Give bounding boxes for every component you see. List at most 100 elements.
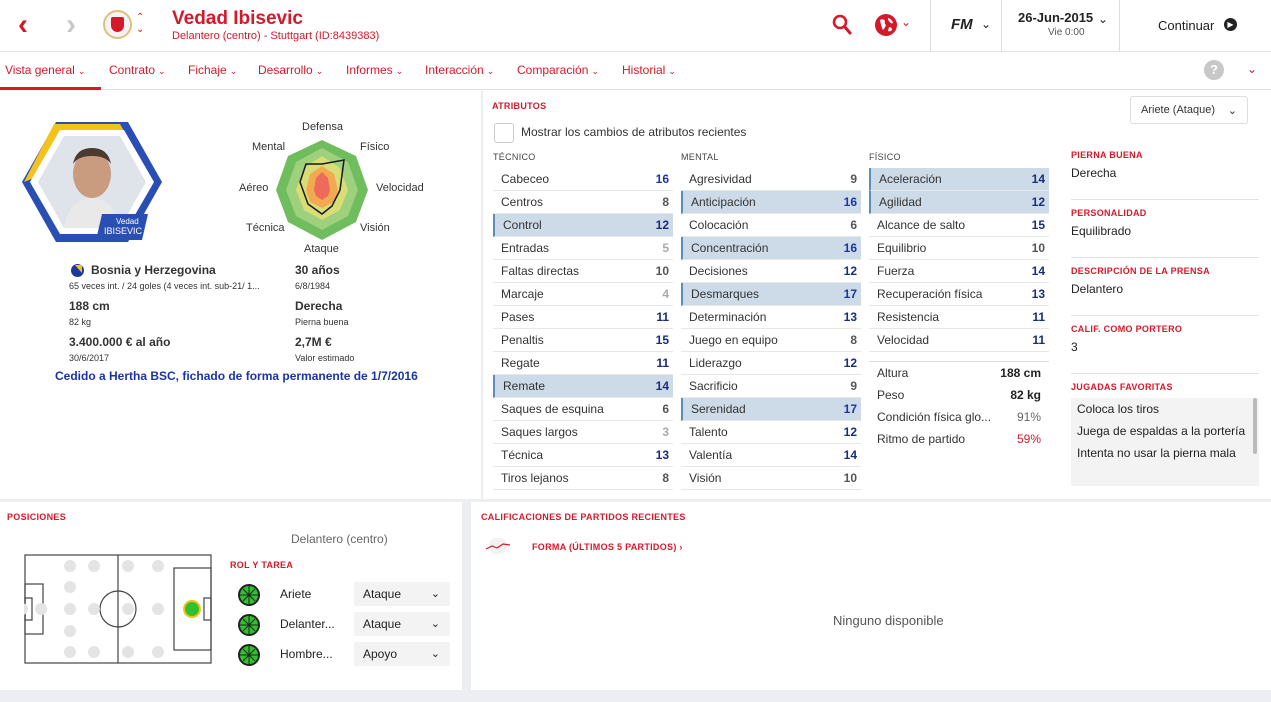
positions-panel: POSICIONES Delantero (centro) ROL Y TARE… [0, 502, 462, 690]
attribute-row[interactable]: Saques largos 3 [493, 421, 673, 444]
chevron-down-icon: ⌄ [591, 66, 599, 76]
attribute-row[interactable]: Peso 82 kg [869, 385, 1049, 407]
attribute-name: Técnica [501, 448, 544, 462]
tab-contrato[interactable]: Contrato ⌄ [109, 63, 166, 77]
tab-interaccion[interactable]: Interacción ⌄ [425, 63, 494, 77]
attribute-row[interactable]: Alcance de salto 15 [869, 214, 1049, 237]
favourite-moves-list[interactable]: Coloca los tiros Juega de espaldas a la … [1071, 398, 1259, 486]
attribute-row[interactable]: Determinación 13 [681, 306, 861, 329]
attribute-row[interactable]: Juego en equipo 8 [681, 329, 861, 352]
date-box[interactable]: 26-Jun-2015 ⌄ Vie 0:00 [1002, 0, 1120, 52]
duty-select[interactable]: Apoyo ⌄ [354, 642, 450, 666]
club-crest-icon[interactable] [103, 10, 132, 39]
player-switch-icon[interactable]: ⌃ ⌄ [136, 12, 144, 36]
globe-icon[interactable] [875, 14, 897, 36]
attribute-row[interactable]: Fuerza 14 [869, 260, 1049, 283]
attribute-name: Remate [503, 379, 546, 393]
attribute-value: 11 [1032, 333, 1045, 347]
attribute-row[interactable]: Resistencia 11 [869, 306, 1049, 329]
show-changes-label[interactable]: Mostrar los cambios de atributos recient… [521, 125, 746, 139]
press-title: DESCRIPCIÓN DE LA PRENSA [1071, 266, 1210, 276]
duty-select[interactable]: Ataque ⌄ [354, 582, 450, 606]
attribute-row[interactable]: Técnica 13 [493, 444, 673, 467]
attribute-row[interactable]: Pases 11 [493, 306, 673, 329]
tab-informes[interactable]: Informes ⌄ [346, 63, 403, 77]
attribute-row[interactable]: Desmarques 17 [681, 283, 861, 306]
attribute-name: Regate [501, 356, 540, 370]
role-name: Delanter... [280, 617, 335, 631]
attribute-row[interactable]: Agilidad 12 [869, 191, 1049, 214]
attribute-row[interactable]: Visión 10 [681, 467, 861, 490]
attribute-row[interactable]: Marcaje 4 [493, 283, 673, 306]
chevron-down-icon[interactable]: ⌄ [1247, 62, 1257, 76]
attribute-row[interactable]: Centros 8 [493, 191, 673, 214]
attribute-row[interactable]: Decisiones 12 [681, 260, 861, 283]
player-subtitle[interactable]: Delantero (centro) - Stuttgart (ID:84393… [172, 30, 379, 42]
tab-desarrollo[interactable]: Desarrollo ⌄ [258, 63, 323, 77]
attribute-row[interactable]: Valentía 14 [681, 444, 861, 467]
value-label: Valor estimado [295, 353, 355, 363]
attribute-name: Recuperación física [877, 287, 983, 301]
attribute-value: 15 [1031, 218, 1045, 232]
fm-menu[interactable]: FM ⌄ [930, 0, 1002, 52]
attribute-row[interactable]: Talento 12 [681, 421, 861, 444]
attribute-row[interactable]: Serenidad 17 [681, 398, 861, 421]
attribute-row[interactable]: Control 12 [493, 214, 673, 237]
continue-button[interactable]: Continuar [1158, 18, 1214, 33]
scrollbar[interactable] [1253, 398, 1257, 454]
gk-rating-title: CALIF. COMO PORTERO [1071, 324, 1183, 334]
moves-title: JUGADAS FAVORITAS [1071, 382, 1173, 392]
attribute-row[interactable]: Liderazgo 12 [681, 352, 861, 375]
chevron-down-icon[interactable]: ⌄ [901, 15, 911, 29]
attribute-name: Equilibrio [877, 241, 927, 255]
attribute-row[interactable]: Sacrificio 9 [681, 375, 861, 398]
attribute-row[interactable]: Concentración 16 [681, 237, 861, 260]
attribute-row[interactable]: Penaltis 15 [493, 329, 673, 352]
nation[interactable]: Bosnia y Herzegovina [91, 263, 216, 277]
attribute-row[interactable]: Recuperación física 13 [869, 283, 1049, 306]
show-changes-checkbox[interactable] [494, 123, 514, 143]
attribute-row[interactable]: Saques de esquina 6 [493, 398, 673, 421]
tab-historial[interactable]: Historial ⌄ [622, 63, 676, 77]
continue-icon[interactable]: ▶ [1224, 18, 1237, 31]
attribute-row[interactable]: Remate 14 [493, 375, 673, 398]
attribute-row[interactable]: Velocidad 11 [869, 329, 1049, 352]
attribute-row[interactable]: Anticipación 16 [681, 191, 861, 214]
attribute-row[interactable]: Colocación 6 [681, 214, 861, 237]
duty-select[interactable]: Ataque ⌄ [354, 612, 450, 636]
role-select[interactable]: Ariete (Ataque) ⌄ [1130, 96, 1248, 124]
attribute-row[interactable]: Equilibrio 10 [869, 237, 1049, 260]
attribute-row[interactable]: Entradas 5 [493, 237, 673, 260]
current-date: 26-Jun-2015 [1018, 10, 1094, 25]
attribute-name: Altura [877, 366, 909, 380]
loan-note[interactable]: Cedido a Hertha BSC, fichado de forma pe… [55, 369, 418, 383]
help-icon[interactable]: ? [1204, 60, 1224, 80]
tab-comparacion[interactable]: Comparación ⌄ [517, 63, 599, 77]
chevron-down-icon: ⌄ [486, 66, 495, 76]
attribute-row[interactable]: Regate 11 [493, 352, 673, 375]
forward-arrow-icon[interactable]: › [66, 10, 76, 40]
attribute-name: Tiros lejanos [501, 471, 569, 485]
attribute-row[interactable]: Cabeceo 16 [493, 168, 673, 191]
attribute-row[interactable]: Tiros lejanos 8 [493, 467, 673, 490]
role-rating-icon [238, 644, 260, 666]
form-link[interactable]: FORMA (ÚLTIMOS 5 PARTIDOS) › [532, 542, 683, 552]
attribute-row[interactable]: Ritmo de partido 59% [869, 429, 1049, 451]
attribute-name: Sacrificio [689, 379, 738, 393]
attribute-name: Agresividad [689, 172, 752, 186]
attribute-name: Desmarques [691, 287, 760, 301]
attribute-name: Ritmo de partido [877, 432, 966, 446]
physical-info-list: Altura 188 cm Peso 82 kg Condición física gl… [869, 361, 1049, 451]
tab-fichaje[interactable]: Fichaje ⌄ [188, 63, 237, 77]
attribute-row[interactable]: Agresividad 9 [681, 168, 861, 191]
no-data-message: Ninguno disponible [833, 613, 944, 628]
value: 2,7M € [295, 335, 332, 349]
search-icon[interactable] [832, 14, 852, 36]
attribute-row[interactable]: Altura 188 cm [869, 363, 1049, 385]
attribute-row[interactable]: Condición física glo... 91% [869, 407, 1049, 429]
back-arrow-icon[interactable]: ‹ [18, 10, 28, 40]
attribute-row[interactable]: Faltas directas 10 [493, 260, 673, 283]
tab-vista-general[interactable]: Vista general ⌄ [5, 63, 85, 77]
attribute-value: 82 kg [1010, 388, 1041, 402]
attribute-row[interactable]: Aceleración 14 [869, 168, 1049, 191]
